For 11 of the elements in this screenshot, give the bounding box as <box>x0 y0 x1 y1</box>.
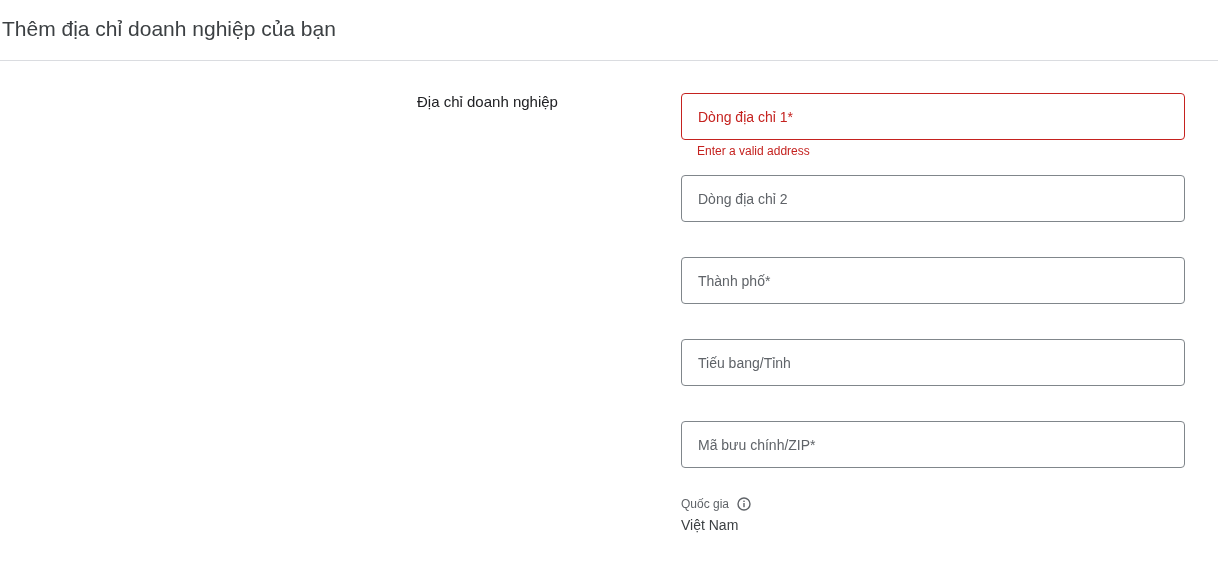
country-label: Quốc gia <box>681 497 730 511</box>
country-value: Việt Nam <box>681 517 739 533</box>
input-field[interactable]: Dòng địa chỉ 1* <box>681 93 1185 140</box>
error-message: Enter a valid address <box>697 144 810 158</box>
info-icon[interactable] <box>737 497 752 511</box>
page-title: Thêm địa chỉ doanh nghiệp của bạn <box>2 17 336 41</box>
section-label: Địa chỉ doanh nghiệp <box>417 93 558 110</box>
input-field[interactable]: Dòng địa chỉ 2 <box>681 175 1185 222</box>
input-field[interactable]: Thành phố* <box>681 257 1185 304</box>
input-field[interactable]: Mã bưu chính/ZIP* <box>681 421 1185 468</box>
input-field[interactable]: Tiếu bang/Tỉnh <box>681 339 1185 386</box>
